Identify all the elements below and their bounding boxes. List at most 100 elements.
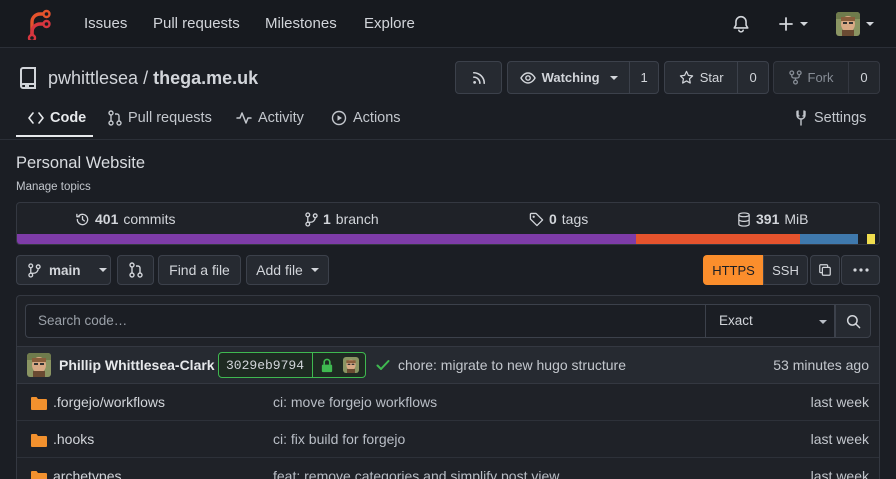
- tab-pull-requests[interactable]: Pull requests: [108, 104, 212, 132]
- file-name[interactable]: .hooks: [53, 431, 94, 447]
- https-clone-button[interactable]: HTTPS: [703, 255, 764, 285]
- chevron-down-icon: [800, 22, 808, 26]
- table-row[interactable]: .forgejo/workflows ci: move forgejo work…: [17, 384, 879, 421]
- compare-button[interactable]: [117, 255, 154, 285]
- file-name[interactable]: .forgejo/workflows: [53, 394, 165, 410]
- database-icon: [738, 211, 750, 227]
- chevron-down-icon: [866, 22, 874, 26]
- chevron-down-icon: [98, 268, 107, 272]
- tab-settings-label: Settings: [814, 110, 867, 126]
- commit-author[interactable]: Phillip Whittlesea-Clark: [59, 357, 215, 373]
- fork-count[interactable]: 0: [849, 62, 879, 93]
- size-value: 391: [756, 211, 780, 227]
- language-segment[interactable]: [878, 234, 879, 244]
- fork-icon: [788, 70, 802, 85]
- commits-label: commits: [123, 211, 176, 227]
- search-icon: [846, 314, 860, 328]
- folder-icon: [31, 471, 47, 479]
- tab-settings[interactable]: Settings: [794, 104, 866, 132]
- repo-owner-link[interactable]: pwhittlesea: [48, 68, 138, 88]
- file-time: last week: [810, 394, 869, 410]
- tab-activity[interactable]: Activity: [236, 104, 304, 132]
- user-menu[interactable]: [836, 12, 874, 36]
- language-segment[interactable]: [17, 234, 636, 244]
- commit-time: 53 minutes ago: [773, 357, 869, 373]
- find-file-button[interactable]: Find a file: [158, 255, 241, 285]
- tag-icon: [529, 212, 544, 226]
- tabs-divider: [0, 139, 896, 140]
- tab-code[interactable]: Code: [28, 104, 86, 132]
- repo-name-link[interactable]: thega.me.uk: [153, 68, 258, 88]
- forgejo-logo-icon[interactable]: [26, 8, 52, 40]
- watch-count[interactable]: 1: [630, 62, 658, 93]
- branch-selector[interactable]: main: [16, 255, 111, 285]
- copy-icon: [819, 264, 831, 276]
- tab-actions-label: Actions: [353, 110, 401, 126]
- search-button[interactable]: [835, 304, 871, 338]
- create-new-menu[interactable]: [778, 12, 808, 36]
- star-icon: [679, 70, 693, 84]
- nav-milestones[interactable]: Milestones: [265, 0, 337, 48]
- rss-feed-button[interactable]: [455, 61, 502, 94]
- file-name[interactable]: archetypes: [53, 468, 121, 479]
- star-button-group: Star 0: [664, 61, 769, 94]
- language-bar[interactable]: [17, 234, 879, 244]
- avatar: [836, 12, 860, 36]
- add-file-button[interactable]: Add file: [246, 255, 329, 285]
- code-search-input[interactable]: Search code…: [25, 304, 705, 338]
- language-segment[interactable]: [858, 234, 867, 244]
- branches-count: 1: [323, 211, 331, 227]
- watch-button[interactable]: Watching: [508, 62, 631, 93]
- commits-stat[interactable]: 401 commits: [75, 211, 175, 227]
- watch-label: Watching: [541, 70, 600, 85]
- kebab-horizontal-icon: [852, 268, 869, 272]
- file-commit-message[interactable]: ci: fix build for forgejo: [273, 431, 405, 447]
- code-icon: [28, 112, 44, 124]
- star-count[interactable]: 0: [738, 62, 768, 93]
- language-segment[interactable]: [635, 234, 800, 244]
- avatar[interactable]: [27, 353, 51, 377]
- branches-stat[interactable]: 1 branch: [305, 211, 379, 227]
- watch-button-group: Watching 1: [507, 61, 659, 94]
- language-segment[interactable]: [799, 234, 859, 244]
- file-commit-message[interactable]: ci: move forgejo workflows: [273, 394, 437, 410]
- tags-stat[interactable]: 0 tags: [529, 211, 588, 227]
- tags-label: tags: [561, 211, 589, 227]
- nav-issues[interactable]: Issues: [84, 0, 127, 48]
- commits-count: 401: [95, 211, 119, 227]
- more-options-button[interactable]: [841, 255, 880, 285]
- repo-stats: 401 commits 1 branch 0 tags 391 MiB: [16, 202, 880, 245]
- tab-pull-requests-label: Pull requests: [128, 110, 212, 126]
- copy-url-button[interactable]: [810, 255, 840, 285]
- bell-icon[interactable]: [732, 12, 750, 36]
- nav-pull-requests[interactable]: Pull requests: [153, 0, 240, 48]
- chevron-down-icon: [609, 75, 618, 80]
- star-label: Star: [699, 70, 724, 85]
- manage-topics-link[interactable]: Manage topics: [16, 181, 91, 193]
- tags-count: 0: [549, 211, 557, 227]
- signer-avatar: [343, 357, 359, 373]
- commit-message[interactable]: chore: migrate to new hugo structure: [398, 357, 626, 373]
- file-commit-message[interactable]: feat: remove categories and simplify pos…: [273, 468, 559, 479]
- language-segment[interactable]: [866, 234, 875, 244]
- latest-commit: Phillip Whittlesea-Clark 3029eb9794 chor…: [17, 346, 879, 384]
- pull-request-icon: [108, 110, 122, 126]
- lock-icon: [320, 358, 334, 373]
- badge-divider: [312, 353, 313, 377]
- branch-name: main: [49, 262, 81, 278]
- table-row[interactable]: .hooks ci: fix build for forgejo last we…: [17, 421, 879, 458]
- tab-activity-label: Activity: [258, 110, 304, 126]
- ssh-clone-button[interactable]: SSH: [763, 255, 808, 285]
- nav-explore[interactable]: Explore: [364, 0, 415, 48]
- add-file-label: Add file: [256, 262, 303, 278]
- star-button[interactable]: Star: [665, 62, 739, 93]
- fork-button[interactable]: Fork: [774, 62, 849, 93]
- search-mode-select[interactable]: Exact: [705, 304, 835, 338]
- commit-sha-badge[interactable]: 3029eb9794: [218, 352, 366, 378]
- folder-icon: [31, 397, 47, 410]
- file-time: last week: [810, 468, 869, 479]
- tab-actions[interactable]: Actions: [331, 104, 401, 132]
- folder-icon: [31, 434, 47, 447]
- table-row[interactable]: archetypes feat: remove categories and s…: [17, 458, 879, 479]
- pulse-icon: [236, 112, 252, 124]
